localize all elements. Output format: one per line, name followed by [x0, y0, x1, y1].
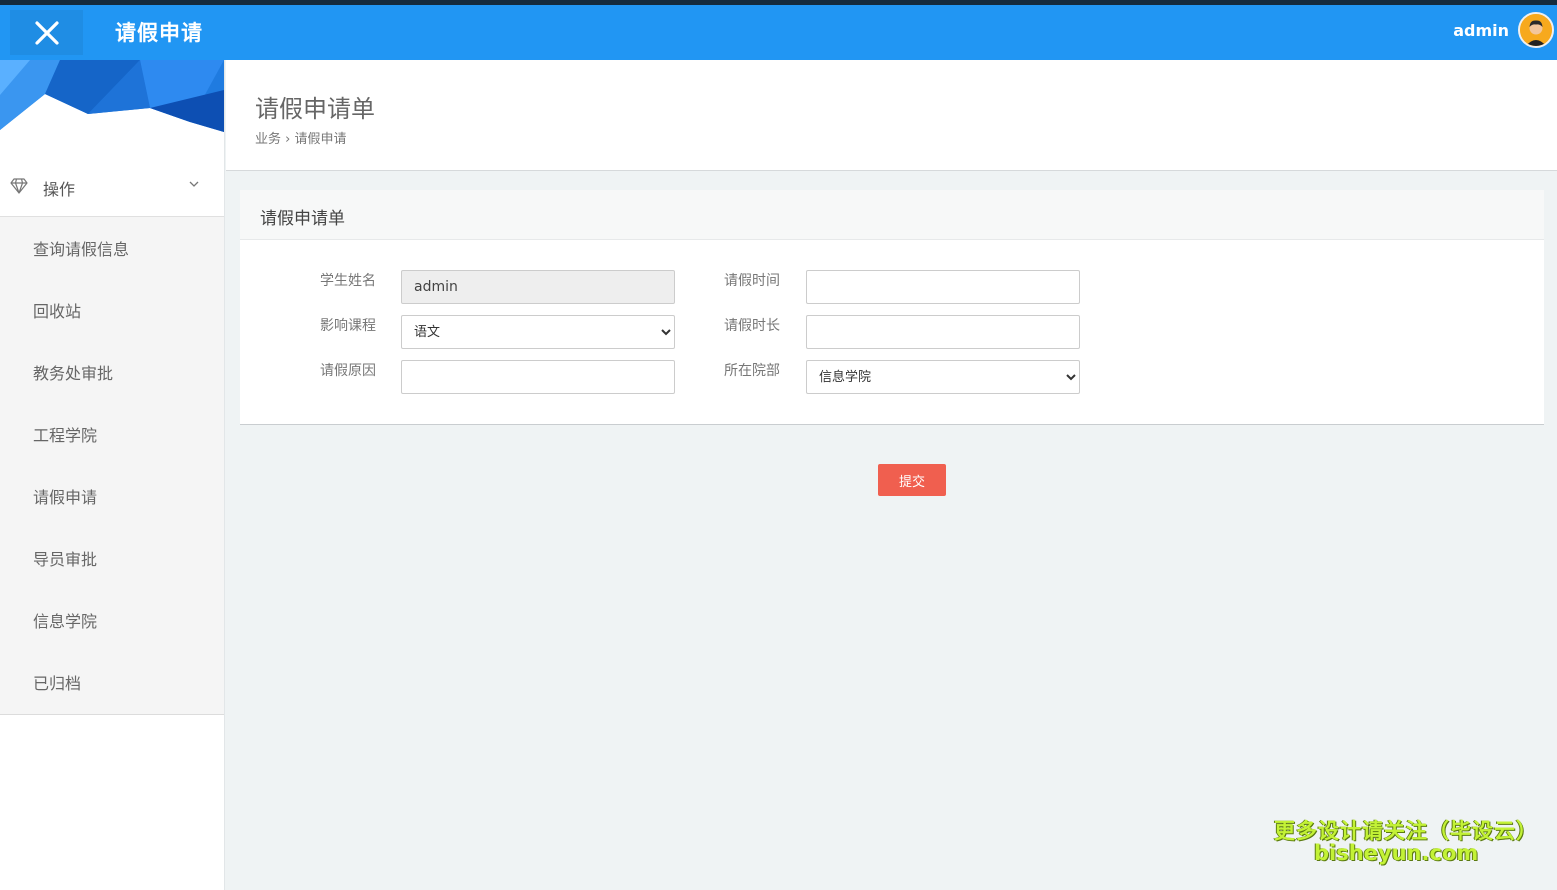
app-title: 请假申请 [115, 21, 203, 45]
user-name[interactable]: admin [1453, 21, 1509, 40]
sidebar-item-academic-approval[interactable]: 教务处审批 [0, 341, 224, 403]
student-name-label: 学生姓名 [320, 273, 376, 289]
chevron-down-icon [189, 181, 199, 187]
course-label: 影响课程 [320, 318, 376, 334]
top-navbar: 请假申请 admin [0, 5, 1557, 60]
department-label: 所在院部 [724, 363, 780, 379]
form-panel: 请假申请单 学生姓名 请假时间 影响课程 语文 请假时长 请假原因 所在院部 信… [240, 190, 1544, 425]
close-icon [34, 20, 59, 45]
department-select[interactable]: 信息学院 [806, 360, 1080, 394]
sidebar-item-info-college[interactable]: 信息学院 [0, 589, 224, 651]
sidebar-item-engineering-college[interactable]: 工程学院 [0, 403, 224, 465]
duration-label: 请假时长 [724, 318, 780, 334]
close-button[interactable] [10, 10, 83, 55]
avatar[interactable] [1518, 12, 1554, 48]
sidebar-banner [0, 60, 224, 136]
breadcrumb-parent[interactable]: 业务 [255, 132, 281, 147]
leave-time-label: 请假时间 [724, 273, 780, 289]
diamond-icon [10, 178, 28, 194]
breadcrumb-current: 请假申请 [294, 132, 347, 147]
reason-label: 请假原因 [320, 363, 376, 379]
panel-title: 请假申请单 [260, 209, 345, 229]
panel-header: 请假申请单 [240, 190, 1544, 240]
student-name-input[interactable] [401, 270, 675, 304]
sidebar-item-leave-request[interactable]: 请假申请 [0, 465, 224, 527]
sidebar-item-recycle-bin[interactable]: 回收站 [0, 279, 224, 341]
leave-time-input[interactable] [806, 270, 1080, 304]
sidebar-item-archived[interactable]: 已归档 [0, 651, 224, 713]
course-select[interactable]: 语文 [401, 315, 675, 349]
watermark-line2: bisheyun.com [1314, 841, 1479, 865]
sidebar-menu: 查询请假信息 回收站 教务处审批 工程学院 请假申请 导员审批 信息学院 已归档 [0, 217, 224, 715]
breadcrumb: 业务 › 请假申请 [255, 128, 347, 147]
sidebar-item-counselor-approval[interactable]: 导员审批 [0, 527, 224, 589]
sidebar: 操作 查询请假信息 回收站 教务处审批 工程学院 请假申请 导员审批 信息学院 … [0, 60, 225, 890]
page-title: 请假申请单 [255, 95, 375, 123]
breadcrumb-separator: › [285, 132, 291, 147]
submit-button[interactable]: 提交 [878, 464, 946, 496]
sidebar-item-query-leave[interactable]: 查询请假信息 [0, 217, 224, 279]
reason-input[interactable] [401, 360, 675, 394]
page-header: 请假申请单 业务 › 请假申请 [226, 60, 1557, 171]
sidebar-group-operations[interactable]: 操作 [0, 157, 224, 217]
sidebar-group-label: 操作 [43, 180, 76, 199]
duration-input[interactable] [806, 315, 1080, 349]
